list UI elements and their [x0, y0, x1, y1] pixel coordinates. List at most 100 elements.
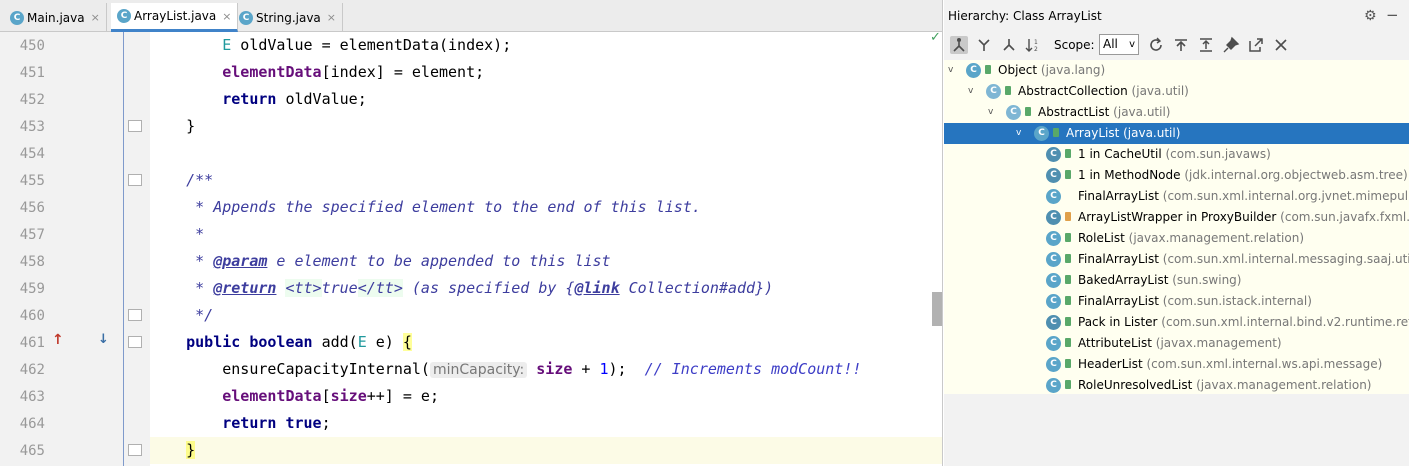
sort-alphabetically-icon[interactable]: 12 [1025, 36, 1043, 54]
javadoc-text: * [186, 225, 205, 243]
java-class-icon: C [1046, 252, 1061, 267]
tree-row[interactable]: C Pack in Lister (com.sun.xml.internal.bi… [944, 312, 1409, 333]
tree-row[interactable]: C 1 in MethodNode (jdk.internal.org.objec… [944, 165, 1409, 186]
public-visibility-icon [1065, 380, 1071, 389]
tree-row[interactable]: v C AbstractList (java.util) [944, 102, 1409, 123]
tree-row[interactable]: v C AbstractCollection (java.util) [944, 81, 1409, 102]
tree-row-label: RoleUnresolvedList (javax.management.rel… [1078, 375, 1371, 396]
code-text: e) [366, 333, 403, 351]
javadoc-text: e element to be appended to this list [267, 252, 611, 270]
package-name: (com.sun.xml.internal.org.jvnet.mimepull… [1158, 189, 1409, 203]
public-visibility-icon [1065, 317, 1071, 326]
line-number: 450 [19, 38, 45, 54]
tree-row[interactable]: C AttributeList (javax.management) [944, 333, 1409, 354]
keyword-token: boolean [249, 333, 313, 351]
hierarchy-tree[interactable]: v C Object (java.lang) v C AbstractCollection… [944, 60, 1409, 394]
tree-row[interactable]: C 1 in CacheUtil (com.sun.javaws) [944, 144, 1409, 165]
hide-panel-icon[interactable]: − [1386, 6, 1399, 24]
chevron-down-icon[interactable]: v [988, 102, 998, 123]
tree-row[interactable]: C FinalArrayList (com.sun.xml.internal.me… [944, 249, 1409, 270]
fold-marker[interactable] [128, 174, 142, 186]
chevron-down-icon[interactable]: v [1016, 123, 1026, 144]
refresh-icon[interactable] [1147, 36, 1165, 54]
close-icon[interactable]: × [222, 10, 231, 23]
editor-scrollbar-thumb[interactable] [932, 292, 942, 326]
editor-tab-bar: C Main.java × C ArrayList.java × C Strin… [0, 0, 942, 32]
code-line-461: public boolean add(E e) { [150, 329, 412, 356]
pin-icon[interactable] [1222, 36, 1240, 54]
tree-row[interactable]: C HeaderList (com.sun.xml.internal.ws.api… [944, 354, 1409, 375]
code-text: + [572, 360, 600, 378]
matched-brace: { [402, 333, 412, 351]
chevron-down-icon[interactable]: v [948, 60, 958, 81]
public-visibility-icon [1065, 233, 1071, 242]
line-number: 460 [19, 308, 45, 324]
class-name: ArrayList [1066, 126, 1120, 140]
tree-row[interactable]: C FinalArrayList (com.sun.istack.internal… [944, 291, 1409, 312]
code-text: } [186, 117, 196, 135]
javadoc-tag: @return [213, 279, 277, 297]
tree-row[interactable]: C BakedArrayList (sun.swing) [944, 270, 1409, 291]
code-area[interactable]: E oldValue = elementData(index); element… [150, 32, 942, 466]
tab-label: ArrayList.java [134, 9, 217, 23]
code-line-451: elementData[index] = element; [150, 59, 484, 86]
tree-row[interactable]: C ArrayListWrapper in ProxyBuilder (com.s… [944, 207, 1409, 228]
overridden-method-icon[interactable]: ↓ [98, 332, 109, 347]
package-name: (sun.swing) [1168, 273, 1242, 287]
fold-marker[interactable] [128, 336, 142, 348]
open-in-new-window-icon[interactable] [1247, 36, 1265, 54]
tree-row[interactable]: C RoleUnresolvedList (javax.management.re… [944, 375, 1409, 396]
public-visibility-icon [1065, 296, 1071, 305]
check-icon: ✓ [930, 30, 941, 45]
tree-row-selected[interactable]: v C ArrayList (java.util) [944, 123, 1409, 144]
code-text: ensureCapacityInternal( [222, 360, 430, 378]
overrides-method-icon[interactable]: ↑ [52, 332, 64, 348]
tree-row-label: ArrayList (java.util) [1066, 123, 1180, 144]
code-editor[interactable]: C Main.java × C ArrayList.java × C Strin… [0, 0, 943, 466]
scope-select[interactable]: All v [1099, 34, 1139, 55]
close-icon[interactable] [1272, 36, 1290, 54]
tree-row[interactable]: v C Object (java.lang) [944, 60, 1409, 81]
code-text: ; [321, 414, 331, 432]
line-number: 454 [19, 146, 45, 162]
field-token: size [536, 360, 573, 378]
fold-marker[interactable] [128, 444, 142, 456]
public-visibility-icon [1005, 86, 1011, 95]
tree-row-label: ArrayListWrapper in ProxyBuilder (com.su… [1078, 207, 1409, 228]
type-token: E [357, 333, 367, 351]
class-name: 1 in CacheUtil [1078, 147, 1162, 161]
class-name: ArrayListWrapper in ProxyBuilder [1078, 210, 1277, 224]
java-class-icon: C [1046, 294, 1061, 309]
gear-icon[interactable]: ⚙ [1364, 8, 1377, 24]
supertypes-hierarchy-icon[interactable] [975, 36, 993, 54]
close-icon[interactable]: × [91, 11, 100, 24]
tree-row[interactable]: C RoleList (javax.management.relation) [944, 228, 1409, 249]
class-name: RoleUnresolvedList [1078, 378, 1193, 392]
chevron-down-icon[interactable]: v [968, 81, 978, 102]
fold-marker[interactable] [128, 120, 142, 132]
type-token: E [222, 36, 232, 54]
tab-arraylist-java[interactable]: C ArrayList.java × [111, 3, 239, 32]
tab-main-java[interactable]: C Main.java × [4, 3, 107, 32]
keyword-token: true [285, 414, 322, 432]
javadoc-text: */ [186, 306, 214, 324]
fold-marker[interactable] [128, 309, 142, 321]
code-text: ); [608, 360, 645, 378]
public-visibility-icon [1065, 275, 1071, 284]
code-line-453: } [150, 113, 195, 140]
base-on-this-class-icon[interactable] [1172, 36, 1190, 54]
class-hierarchy-icon[interactable] [950, 36, 968, 54]
public-visibility-icon [1065, 170, 1071, 179]
subtypes-hierarchy-icon[interactable] [1000, 36, 1018, 54]
tree-row[interactable]: C FinalArrayList (com.sun.xml.internal.or… [944, 186, 1409, 207]
javadoc-tag: @param [213, 252, 268, 270]
code-line-464: return true; [150, 410, 331, 437]
gutter-separator [123, 32, 124, 466]
code-text: oldValue = elementData(index); [231, 36, 512, 54]
expand-all-icon[interactable] [1197, 36, 1215, 54]
tab-string-java[interactable]: C String.java × [233, 3, 343, 32]
code-line-459: * @return <tt>true</tt> (as specified by… [150, 275, 773, 302]
code-text: [ [321, 387, 331, 405]
close-icon[interactable]: × [327, 11, 336, 24]
keyword-token: return [222, 90, 277, 108]
